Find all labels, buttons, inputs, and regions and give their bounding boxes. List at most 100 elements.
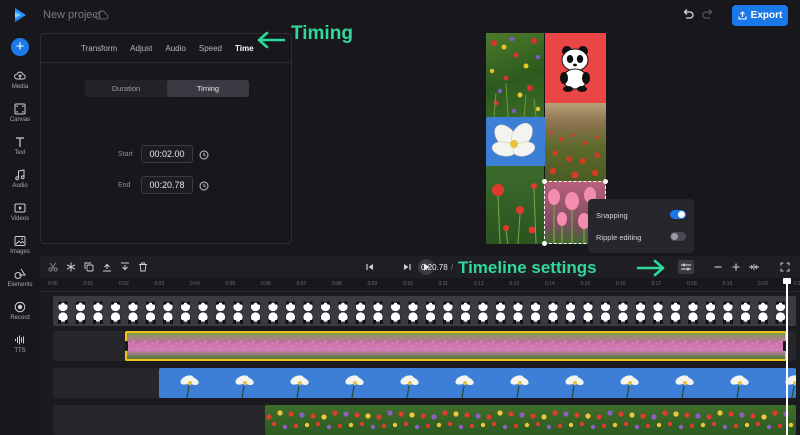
sidebar-item-label: Media bbox=[11, 84, 29, 90]
annotation-timeline-settings: Timeline settings bbox=[458, 258, 597, 277]
timeline-clip-wildflowers[interactable] bbox=[265, 405, 796, 435]
export-icon bbox=[738, 11, 747, 20]
ruler-tick-label: 0:01 bbox=[83, 281, 94, 287]
preview-tile-poppy-field bbox=[545, 103, 606, 181]
redo-icon[interactable] bbox=[701, 8, 715, 22]
scissors-icon[interactable] bbox=[48, 262, 58, 272]
segment-duration[interactable]: Duration bbox=[85, 80, 167, 97]
resize-handle[interactable] bbox=[542, 241, 547, 246]
ruler-tick-label: 0:09 bbox=[367, 281, 378, 287]
timeline-settings-button[interactable] bbox=[678, 260, 694, 274]
preview-tile-wildflowers bbox=[486, 33, 544, 117]
zoom-in-icon[interactable] bbox=[731, 262, 741, 272]
clock-icon[interactable] bbox=[199, 150, 209, 160]
ruler-tick-label: 0:19 bbox=[722, 281, 733, 287]
duplicate-icon[interactable] bbox=[84, 262, 94, 272]
resize-handle[interactable] bbox=[542, 179, 547, 184]
send-backward-icon[interactable] bbox=[120, 262, 130, 272]
ruler-tick-label: 0:14 bbox=[545, 281, 555, 287]
resize-handle[interactable] bbox=[603, 179, 608, 184]
trim-handle-left[interactable] bbox=[125, 341, 128, 351]
sidebar-item-label: Record bbox=[10, 315, 30, 321]
snapping-toggle[interactable] bbox=[670, 210, 686, 219]
video-icon bbox=[14, 203, 26, 213]
waveform-icon bbox=[15, 335, 24, 345]
properties-panel: Transform Adjust Audio Speed Time Durati… bbox=[40, 33, 292, 244]
shapes-icon bbox=[14, 268, 26, 279]
sidebar-item-label: Text bbox=[14, 150, 26, 156]
image-icon bbox=[14, 236, 26, 246]
ripple-editing-toggle[interactable] bbox=[670, 232, 686, 241]
sidebar-item-canvas[interactable]: Canvas bbox=[0, 103, 40, 123]
undo-icon[interactable] bbox=[681, 8, 695, 22]
red-poppies-image bbox=[492, 183, 537, 244]
preview-tile-panda bbox=[545, 33, 606, 103]
ruler-tick-label: 0:06 bbox=[261, 281, 271, 287]
fullscreen-icon[interactable] bbox=[780, 262, 790, 272]
panel-tabs: Transform Adjust Audio Speed Time bbox=[81, 44, 267, 53]
skip-forward-icon[interactable] bbox=[402, 262, 412, 272]
preview-tile-red-poppies bbox=[486, 166, 544, 244]
sidebar-item-audio[interactable]: Audio bbox=[0, 169, 40, 189]
cloud-saved-icon bbox=[95, 10, 109, 20]
annotation-arrow-timeline-settings bbox=[636, 259, 665, 277]
app-logo-icon[interactable] bbox=[12, 7, 28, 23]
clock-icon[interactable] bbox=[199, 181, 209, 191]
tab-adjust[interactable]: Adjust bbox=[130, 44, 152, 53]
annotation-arrow-timing bbox=[257, 31, 286, 49]
sidebar-item-media[interactable]: Media bbox=[0, 70, 40, 90]
sidebar-item-images[interactable]: Images bbox=[0, 235, 40, 255]
tab-speed[interactable]: Speed bbox=[199, 44, 222, 53]
zoom-out-icon[interactable] bbox=[713, 262, 723, 272]
skip-back-icon[interactable] bbox=[365, 262, 375, 272]
time-mode-segmented-control: Duration Timing bbox=[85, 80, 249, 97]
panda-clip-thumbnails bbox=[57, 301, 786, 324]
export-label: Export bbox=[750, 10, 783, 21]
sidebar-item-record[interactable]: Record bbox=[0, 301, 40, 321]
timeline-clip-pink-tulips-selected[interactable] bbox=[125, 331, 787, 361]
sliders-icon bbox=[681, 263, 691, 271]
record-icon bbox=[14, 301, 26, 313]
add-button[interactable]: + bbox=[11, 38, 29, 56]
ruler-tick-label: 0:21 bbox=[793, 281, 800, 287]
sidebar-item-tts[interactable]: TTS bbox=[0, 334, 40, 354]
sidebar-item-videos[interactable]: Videos bbox=[0, 202, 40, 222]
ruler-tick-label: 0:00 bbox=[48, 281, 58, 287]
export-button[interactable]: Export bbox=[732, 5, 788, 26]
segment-timing[interactable]: Timing bbox=[167, 80, 249, 97]
panda-image bbox=[560, 46, 590, 92]
left-sidebar: + Media Canvas Text Audio Videos Images … bbox=[0, 30, 40, 435]
playhead[interactable] bbox=[786, 278, 788, 435]
tab-transform[interactable]: Transform bbox=[81, 44, 117, 53]
timeline-ruler[interactable]: 0:00 0:01 0:02 0:03 0:04 0:05 0:06 0:07 0:08 0:09… bbox=[40, 278, 800, 292]
annotation-timing: Timing bbox=[291, 23, 353, 44]
white-flower-image bbox=[491, 122, 536, 157]
ruler-tick-label: 0:07 bbox=[296, 281, 307, 287]
sidebar-item-elements[interactable]: Elements bbox=[0, 268, 40, 288]
playhead-handle[interactable] bbox=[783, 278, 791, 284]
sidebar-item-label: Canvas bbox=[9, 117, 31, 123]
trash-icon[interactable] bbox=[138, 262, 148, 272]
tab-time[interactable]: Time bbox=[235, 44, 254, 53]
poppy-field-image bbox=[549, 131, 600, 179]
ruler-tick-label: 0:16 bbox=[616, 281, 626, 287]
text-icon bbox=[16, 137, 24, 147]
timeline-tracks bbox=[40, 292, 800, 435]
freeze-frame-icon[interactable] bbox=[66, 262, 76, 272]
preview-tile-white-flower bbox=[486, 117, 545, 166]
sidebar-item-label: Elements bbox=[7, 282, 33, 288]
timeline-clip-white-flower[interactable] bbox=[159, 368, 796, 398]
timeline-settings-popover: Snapping Ripple editing bbox=[588, 199, 694, 253]
bring-forward-icon[interactable] bbox=[102, 262, 112, 272]
ruler-tick-label: 0:08 bbox=[332, 281, 342, 287]
tab-audio[interactable]: Audio bbox=[165, 44, 185, 53]
top-bar: New project Export bbox=[0, 0, 800, 30]
end-time-input[interactable]: 00:20.78 bbox=[141, 176, 193, 194]
ruler-tick-label: 0:12 bbox=[474, 281, 484, 287]
fit-timeline-icon[interactable] bbox=[748, 262, 760, 272]
timeline-clip-panda[interactable] bbox=[53, 296, 796, 326]
wildflowers-clip-texture bbox=[266, 410, 794, 430]
project-title[interactable]: New project bbox=[43, 9, 101, 21]
sidebar-item-text[interactable]: Text bbox=[0, 136, 40, 156]
start-time-input[interactable]: 00:02.00 bbox=[141, 145, 193, 163]
